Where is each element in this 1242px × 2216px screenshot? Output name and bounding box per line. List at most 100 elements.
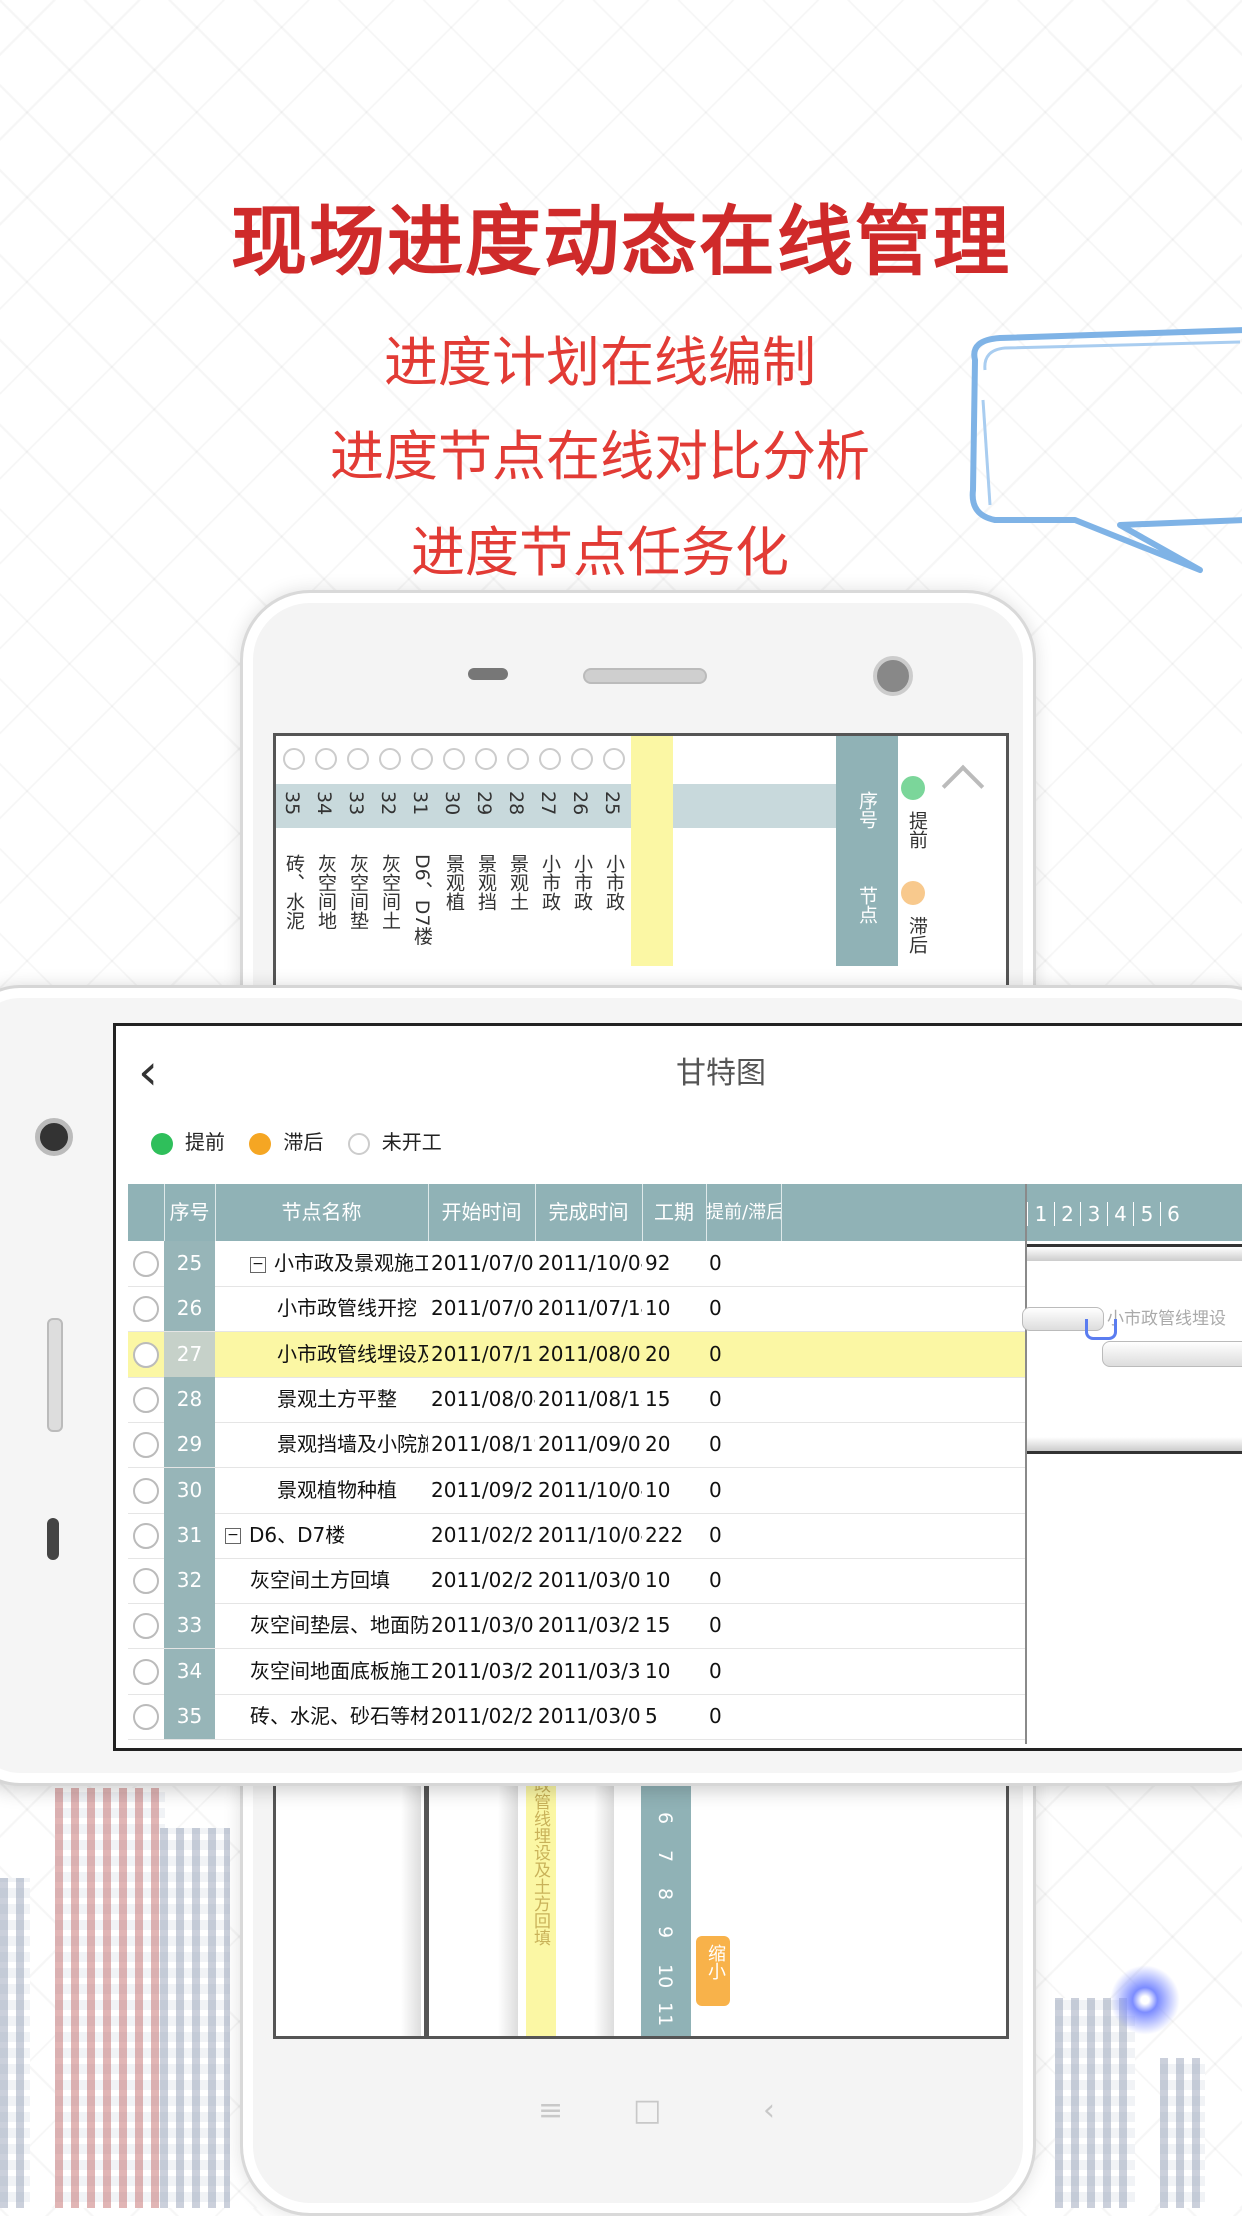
table-row[interactable]: 28 景观土方平整 2011/08/04 2011/08/18 15 0 — [128, 1376, 1025, 1423]
back-row-name: 灰空间土 — [379, 854, 401, 930]
gantt-summary-bar-end[interactable] — [1027, 1437, 1242, 1454]
col-ahead-delay: 提前/滞后 — [706, 1184, 782, 1241]
table-row[interactable]: 34 灰空间地面底板施工 2011/03/22 2011/03/31 10 0 — [128, 1648, 1025, 1695]
back-row-checkbox[interactable] — [507, 748, 529, 770]
back-day-number: 10 — [654, 1964, 676, 1989]
back-arrow-icon[interactable]: ‹ — [138, 1044, 188, 1100]
row-checkbox[interactable] — [133, 1568, 159, 1595]
back-seq-number: 28 — [505, 791, 527, 816]
camera-icon — [873, 656, 913, 696]
row-start: 2011/02/25 — [431, 1704, 535, 1728]
back-day-number: 8 — [654, 1888, 676, 1901]
table-row[interactable]: 35 砖、水泥、砂石等材料运2011/02/252011/03/015 0 — [128, 1694, 1025, 1740]
back-row-checkbox[interactable] — [443, 748, 465, 770]
back-nav-icon[interactable]: ‹ — [763, 2093, 775, 2128]
row-seq: 34 — [164, 1648, 215, 1694]
back-row-checkbox[interactable] — [315, 748, 337, 770]
row-checkbox[interactable] — [133, 1386, 159, 1413]
col-start: 开始时间 — [428, 1184, 536, 1241]
back-seq-number: 27 — [537, 791, 559, 816]
table-row[interactable]: 32 灰空间土方回填 2011/02/25 2011/03/06 10 0 — [128, 1558, 1025, 1605]
row-checkbox[interactable] — [133, 1296, 159, 1323]
row-duration: 10 — [645, 1568, 671, 1593]
row-diff: 0 — [709, 1341, 722, 1366]
table-row[interactable]: 26 小市政管线开挖 2011/07/05 2011/07/14 10 0 — [128, 1286, 1025, 1333]
back-row-checkbox[interactable] — [603, 748, 625, 770]
back-row-checkbox[interactable] — [411, 748, 433, 770]
row-diff: 0 — [709, 1613, 722, 1638]
col-name: 节点名称 — [215, 1184, 429, 1241]
phone-speaker-slot — [47, 1318, 63, 1432]
app-header: ‹ 甘特图 — [116, 1026, 1242, 1116]
phone-speaker — [583, 668, 707, 684]
row-diff: 0 — [709, 1522, 722, 1547]
back-row-checkbox[interactable] — [347, 748, 369, 770]
collapse-toggle-icon[interactable]: − — [225, 1528, 241, 1545]
back-row-checkbox[interactable] — [539, 748, 561, 770]
phone-sensor-slot — [47, 1518, 59, 1560]
row-checkbox[interactable] — [133, 1522, 159, 1549]
back-bar-label: 政管线埋设及土方回填 — [530, 1776, 550, 1946]
col-seq: 序号 — [164, 1184, 216, 1241]
row-seq: 28 — [164, 1376, 215, 1422]
front-camera-icon — [35, 1118, 73, 1156]
gantt-day: 2 — [1053, 1202, 1081, 1226]
col-end: 完成时间 — [535, 1184, 643, 1241]
gantt-chart-area[interactable]: 123456 小市政管线埋设 — [1022, 1184, 1242, 1744]
row-checkbox[interactable] — [133, 1658, 159, 1685]
collapse-toggle-icon[interactable]: − — [250, 1256, 266, 1273]
row-end: 2011/10/04 — [538, 1251, 642, 1275]
row-checkbox[interactable] — [133, 1251, 159, 1277]
row-diff: 0 — [709, 1386, 722, 1411]
back-row-name: 景观挡 — [475, 854, 497, 911]
back-seq-number: 33 — [345, 791, 367, 816]
row-name: 灰空间土方回填 — [250, 1568, 390, 1593]
gantt-day: 1 — [1027, 1202, 1054, 1226]
gantt-summary-bar[interactable] — [1027, 1244, 1242, 1261]
row-duration: 15 — [645, 1613, 671, 1638]
row-end: 2011/03/21 — [538, 1613, 642, 1638]
row-diff: 0 — [709, 1477, 722, 1502]
table-row[interactable]: 33 灰空间垫层、地面防水2011/03/072011/03/2115 0 — [128, 1603, 1025, 1650]
row-start: 2011/09/25 — [431, 1477, 535, 1502]
row-duration: 222 — [645, 1522, 684, 1547]
back-day-number: 11 — [654, 2002, 676, 2027]
gantt-task-bar-next[interactable] — [1102, 1341, 1242, 1367]
back-row-checkbox[interactable] — [379, 748, 401, 770]
row-seq: 27 — [164, 1331, 215, 1377]
table-row[interactable]: 30 景观植物种植 2011/09/25 2011/10/04 10 0 — [128, 1467, 1025, 1514]
back-row-checkbox[interactable] — [283, 748, 305, 770]
back-row-checkbox[interactable] — [475, 748, 497, 770]
row-checkbox[interactable] — [133, 1704, 159, 1730]
collapse-up-icon[interactable] — [941, 764, 985, 808]
back-gantt-strip: 35 砖、水泥 34 灰空间地 33 灰空间垫 32 灰空间土 31 D6、D7楼 30 景观植 29 景… — [276, 736, 1006, 966]
row-duration: 10 — [645, 1477, 671, 1502]
row-name: 小市政管线埋设及土方 — [277, 1341, 428, 1366]
row-duration: 5 — [645, 1704, 658, 1728]
row-checkbox[interactable] — [133, 1613, 159, 1640]
table-row[interactable]: 25 − 小市政及景观施工 2011/07/05 2011/10/04 92 0 — [128, 1241, 1025, 1287]
table-row[interactable]: 27 小市政管线埋设及土方2011/07/152011/08/0320 0 — [128, 1331, 1025, 1378]
legend-delay: 滞后 — [249, 1126, 323, 1155]
back-seq-number: 35 — [281, 791, 303, 816]
back-seq-header: 序号 — [856, 791, 878, 829]
row-end: 2011/03/01 — [538, 1704, 642, 1728]
speech-bubble-illustration — [969, 327, 1242, 573]
row-checkbox[interactable] — [133, 1341, 159, 1368]
row-end: 2011/08/03 — [538, 1341, 642, 1366]
table-row[interactable]: 31− D6、D7楼 2011/02/25 2011/10/04 222 0 — [128, 1512, 1025, 1559]
row-checkbox[interactable] — [133, 1432, 159, 1459]
zoom-out-tag[interactable]: 缩小 — [696, 1936, 730, 2006]
row-diff: 0 — [709, 1296, 722, 1321]
home-nav-icon[interactable]: □ — [633, 2093, 661, 2128]
gantt-screen: ‹ 甘特图 提前 滞后 未开工 序号 节点名称 开始时间 完成时间 工期(天) … — [113, 1023, 1242, 1751]
legend-ahead: 提前 — [151, 1126, 225, 1155]
phone-sensor — [468, 668, 508, 680]
back-day-number: 9 — [654, 1926, 676, 1939]
table-row[interactable]: 29 景观挡墙及小院施工2011/08/192011/09/0720 0 — [128, 1422, 1025, 1469]
back-row-checkbox[interactable] — [571, 748, 593, 770]
menu-nav-icon[interactable]: ≡ — [538, 2093, 563, 2128]
gantt-bar-label: 小市政管线埋设 — [1107, 1309, 1226, 1329]
row-checkbox[interactable] — [133, 1477, 159, 1504]
back-name-header: 节点 — [856, 886, 878, 924]
